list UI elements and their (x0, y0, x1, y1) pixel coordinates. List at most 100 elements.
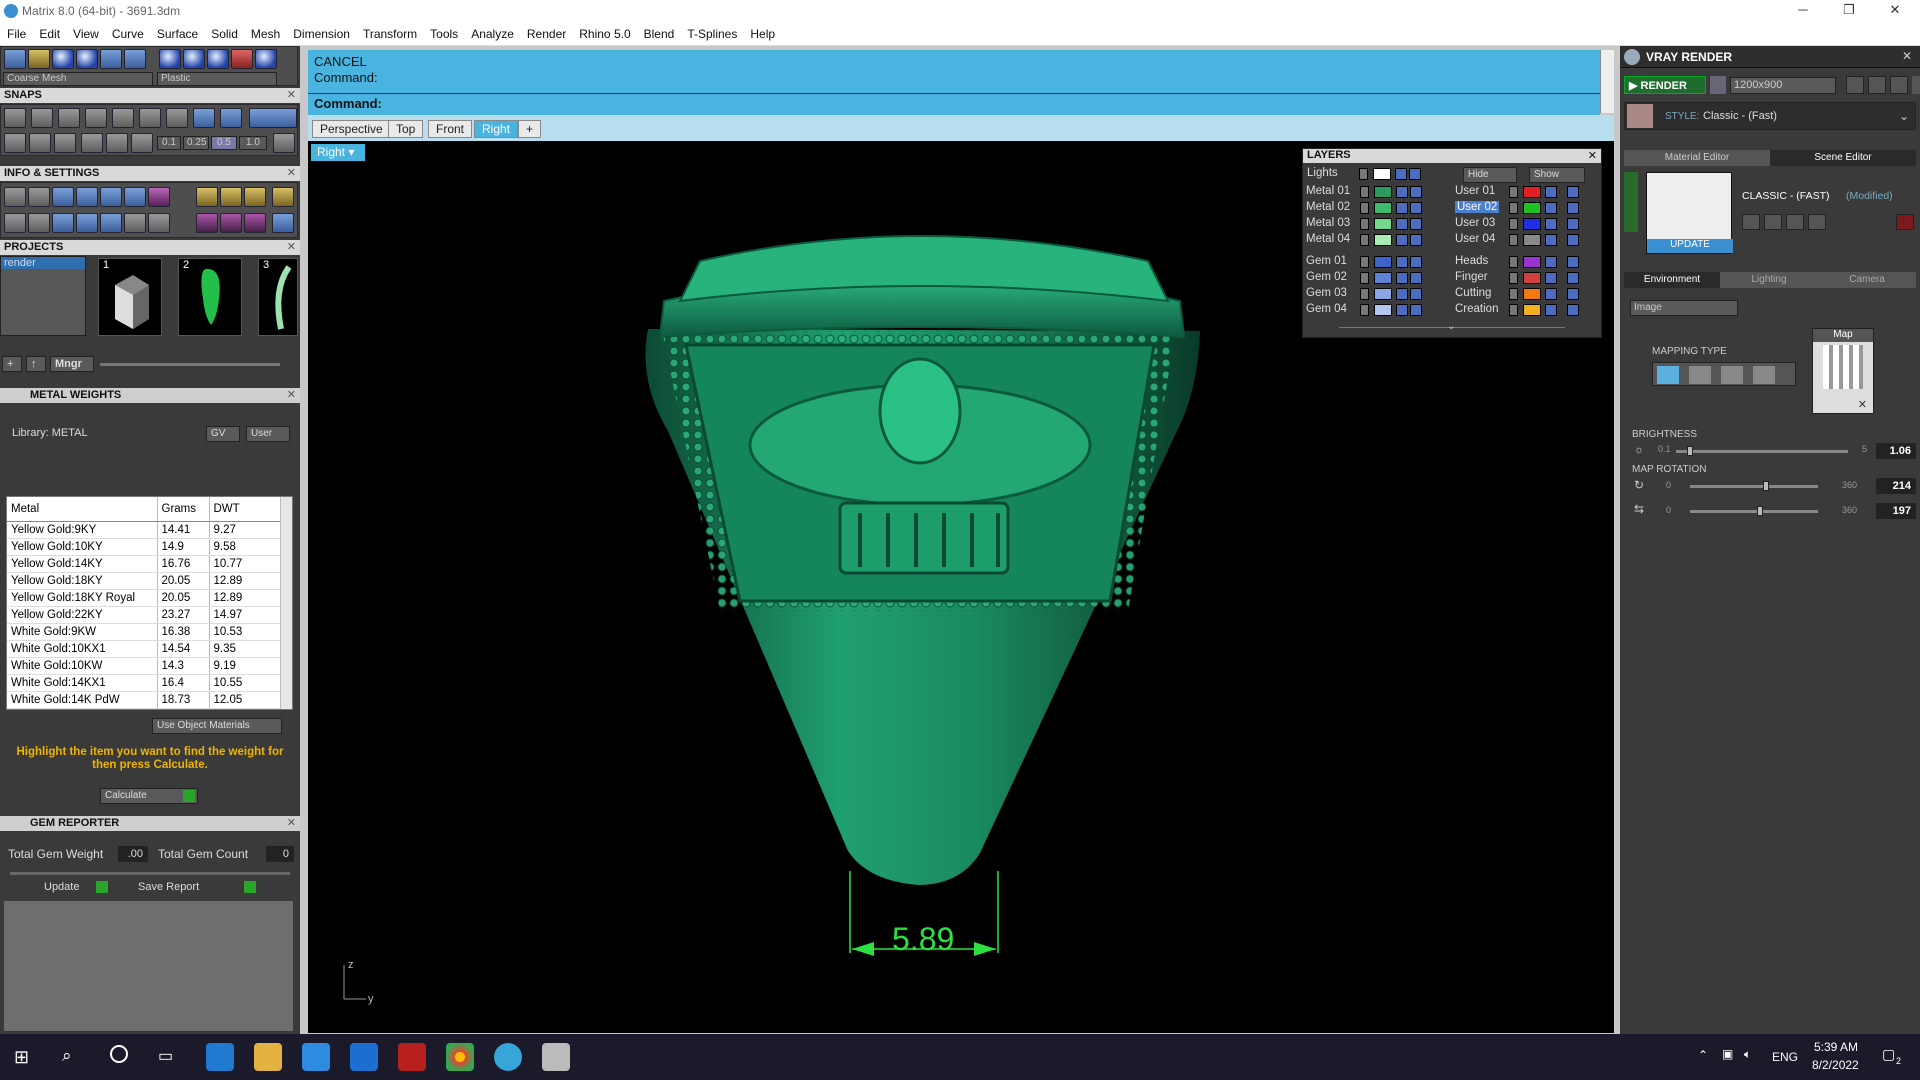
brightness-value[interactable]: 1.06 (1876, 443, 1916, 459)
mapping-plane-icon[interactable] (1657, 366, 1679, 384)
notification-icon[interactable]: ▢ (1882, 1046, 1895, 1063)
tool-icon[interactable] (29, 133, 51, 153)
tool-icon[interactable] (28, 213, 50, 233)
arrow-icon[interactable] (1360, 288, 1369, 300)
visible-icon[interactable] (1567, 304, 1579, 316)
layer-row-user-02[interactable]: User 02 (1455, 201, 1599, 215)
lock-icon[interactable] (1545, 218, 1557, 230)
lock-icon[interactable] (1545, 272, 1557, 284)
table-row[interactable]: Yellow Gold:9KY 14.41 9.27 (7, 521, 284, 539)
volume-icon[interactable]: 🔈︎ (1744, 1047, 1751, 1062)
grid-icon[interactable] (4, 49, 26, 69)
tool-icon[interactable] (148, 187, 170, 207)
menu-tsplines[interactable]: T-Splines (680, 22, 743, 41)
close-icon[interactable]: ✕ (1588, 149, 1597, 162)
menu-solid[interactable]: Solid (204, 22, 244, 41)
lock-icon[interactable] (1545, 186, 1557, 198)
menu-blend[interactable]: Blend (637, 22, 681, 41)
clock-date[interactable]: 8/2/2022 (1812, 1058, 1859, 1072)
menu-file[interactable]: File (0, 22, 32, 41)
close-icon[interactable]: ✕ (287, 166, 296, 179)
tool-icon[interactable] (196, 187, 218, 207)
side-expand-button[interactable] (1624, 172, 1638, 232)
color-swatch[interactable] (1374, 272, 1392, 284)
color-swatch[interactable] (1523, 202, 1541, 214)
visible-icon[interactable] (1567, 218, 1579, 230)
table-scrollbar[interactable] (280, 497, 292, 709)
table-row[interactable]: Yellow Gold:22KY 23.27 14.97 (7, 606, 284, 624)
add-icon[interactable] (1786, 214, 1804, 230)
material-box-icon[interactable] (231, 49, 253, 69)
close-icon[interactable]: ✕ (287, 240, 296, 253)
layer-row-gem-04[interactable]: Gem 04 (1306, 303, 1446, 317)
use-object-materials-toggle[interactable]: Use Object Materials (152, 718, 282, 734)
clock-time[interactable]: 5:39 AM (1814, 1040, 1858, 1054)
project-thumb-2[interactable]: 2 (178, 258, 242, 336)
color-swatch[interactable] (1523, 256, 1541, 268)
material-sphere-icon[interactable] (207, 49, 229, 69)
color-swatch[interactable] (1374, 186, 1392, 198)
layer-row-cutting[interactable]: Cutting (1455, 287, 1599, 301)
mesh-mode-select[interactable]: Coarse Mesh (3, 72, 153, 86)
menu-view[interactable]: View (66, 22, 105, 41)
menu-render[interactable]: Render (520, 22, 572, 41)
visible-icon[interactable] (1567, 186, 1579, 198)
file-explorer-icon[interactable] (254, 1043, 282, 1071)
snap-step-025[interactable]: 0.25 (183, 136, 209, 150)
layer-row-creation[interactable]: Creation (1455, 303, 1599, 317)
camera-icon[interactable] (1710, 76, 1726, 94)
manager-button[interactable]: Mngr (50, 356, 94, 372)
tool-icon[interactable] (148, 213, 170, 233)
tab-material-editor[interactable]: Material Editor (1624, 150, 1770, 166)
snap-toggle-icon[interactable] (249, 108, 297, 128)
tool-icon[interactable] (76, 187, 98, 207)
mapping-sphere-icon[interactable] (1721, 366, 1743, 384)
filter-icon[interactable] (100, 213, 122, 233)
table-row[interactable]: White Gold:14KX1 16.4 10.55 (7, 674, 284, 692)
table-row[interactable]: Yellow Gold:18KY Royal 20.05 12.89 (7, 589, 284, 607)
layer-row-metal-03[interactable]: Metal 03 (1306, 217, 1446, 231)
search-icon[interactable]: ⌕ (62, 1046, 72, 1066)
mapping-box-icon[interactable] (1689, 366, 1711, 384)
store-icon[interactable] (302, 1043, 330, 1071)
lock-icon[interactable] (1395, 168, 1407, 180)
tool-icon[interactable] (124, 187, 146, 207)
visible-icon[interactable] (1410, 288, 1422, 300)
lock-icon[interactable] (1396, 288, 1408, 300)
update-button[interactable]: Update (40, 880, 110, 896)
hide-button[interactable]: Hide (1463, 167, 1517, 183)
copy-icon[interactable] (1764, 214, 1782, 230)
material-sphere-icon[interactable] (159, 49, 181, 69)
column-metal[interactable]: Metal (7, 497, 158, 522)
tool-icon[interactable] (52, 187, 74, 207)
arrow-icon[interactable] (1360, 234, 1369, 246)
save-icon[interactable] (1742, 214, 1760, 230)
ortho-icon[interactable] (193, 108, 215, 128)
layer-row-heads[interactable]: Heads (1455, 255, 1599, 269)
tab-right[interactable]: Right (474, 120, 519, 138)
brightness-slider[interactable] (1676, 446, 1848, 456)
menu-mesh[interactable]: Mesh (244, 22, 286, 41)
visible-icon[interactable] (1410, 272, 1422, 284)
task-view-icon[interactable]: ▭ (158, 1046, 173, 1066)
app-icon[interactable] (398, 1043, 426, 1071)
color-swatch[interactable] (1374, 234, 1392, 246)
mid-snap-icon[interactable] (85, 108, 107, 128)
light-icon[interactable] (28, 49, 50, 69)
chevron-down-icon[interactable]: ⌄ (1447, 321, 1455, 332)
close-icon[interactable]: ✕ (287, 388, 296, 401)
add-project-button[interactable]: + (2, 356, 22, 372)
column-grams[interactable]: Grams (157, 497, 210, 522)
chrome-icon[interactable] (446, 1043, 474, 1071)
rotation-value-1[interactable]: 214 (1876, 478, 1916, 494)
save-report-button[interactable]: Save Report (130, 880, 258, 896)
render-sphere-icon[interactable] (76, 49, 98, 69)
tab-environment[interactable]: Environment (1624, 272, 1720, 288)
list-icon[interactable] (1890, 76, 1908, 94)
color-swatch[interactable] (1523, 218, 1541, 230)
rotation-value-2[interactable]: 197 (1876, 503, 1916, 519)
lock-icon[interactable] (1396, 202, 1408, 214)
visible-icon[interactable] (1410, 234, 1422, 246)
command-input[interactable]: Command: (308, 93, 1600, 113)
lock-icon[interactable] (1545, 234, 1557, 246)
